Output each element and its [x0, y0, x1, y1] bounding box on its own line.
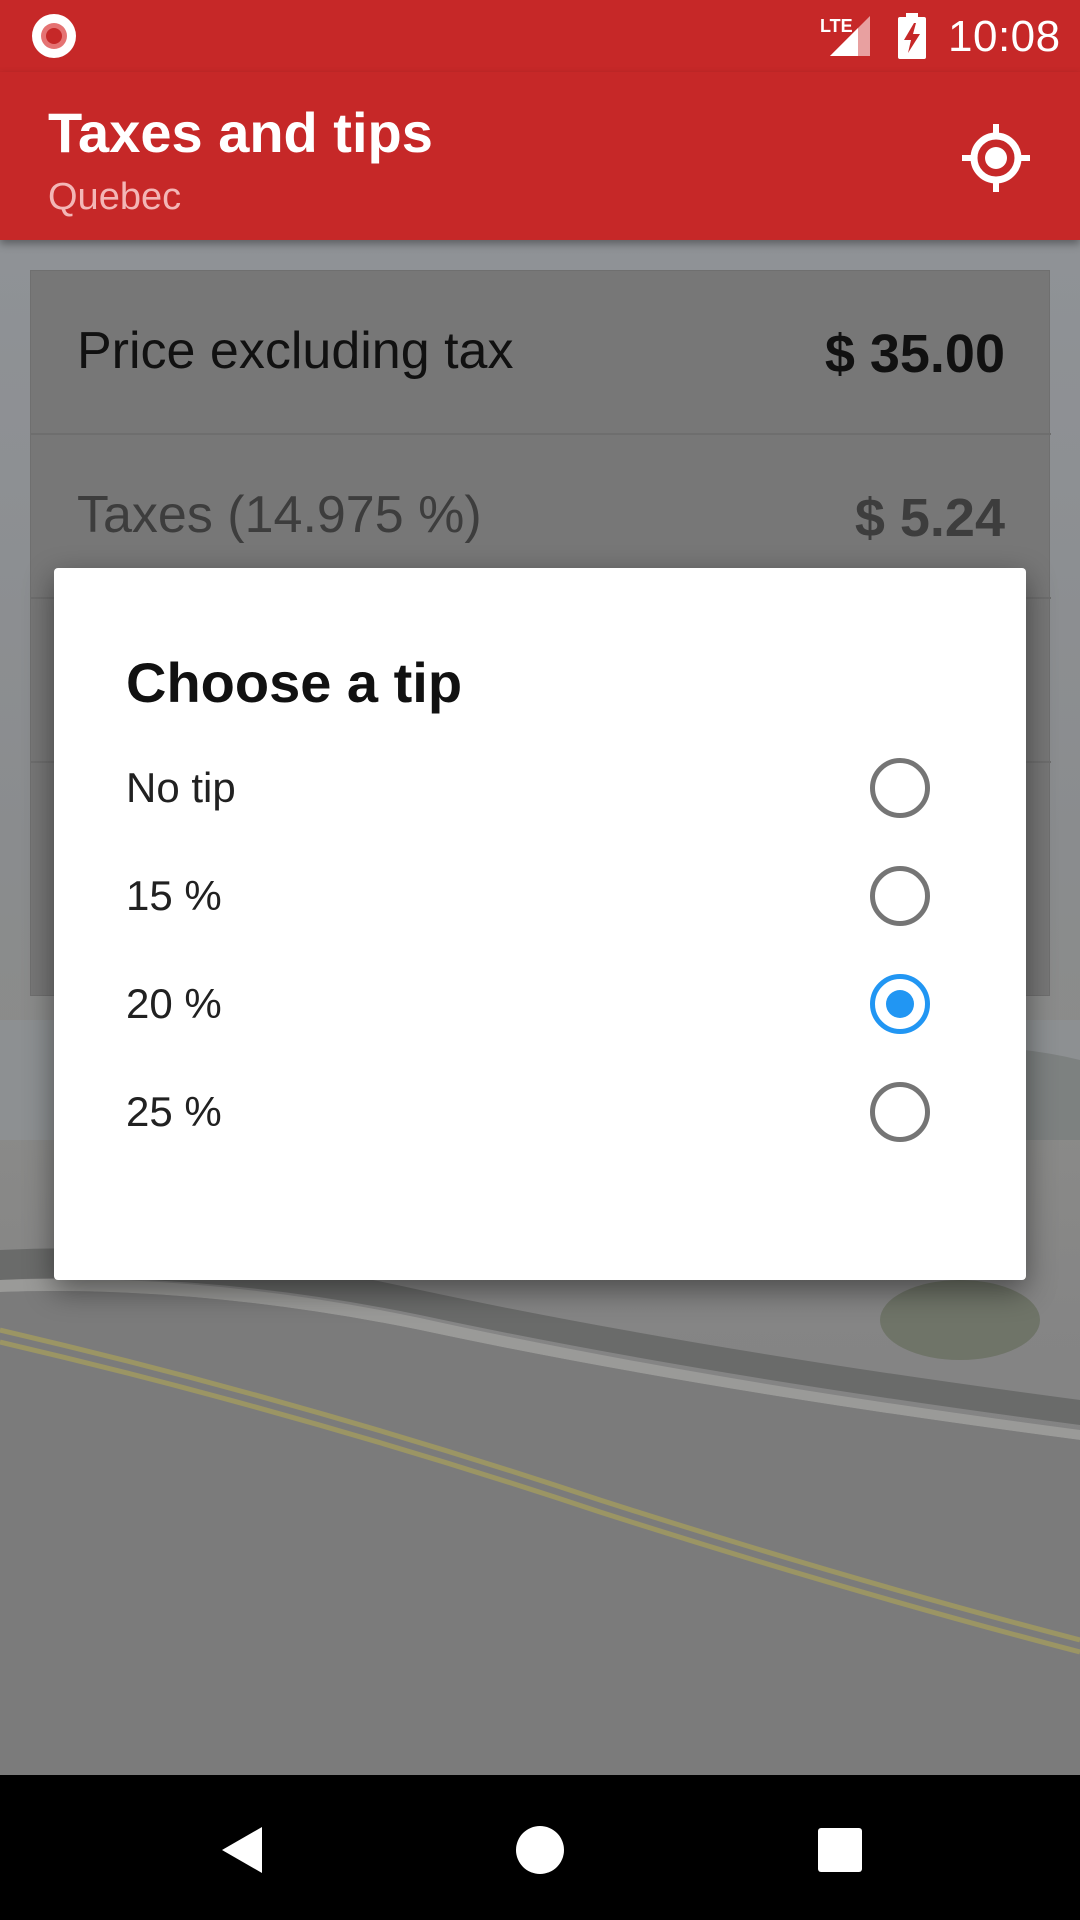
recents-icon[interactable]: [805, 1815, 875, 1885]
tip-option-20[interactable]: 20 %: [54, 950, 1026, 1058]
radio-unchecked-icon[interactable]: [870, 758, 930, 818]
choose-tip-dialog: Choose a tip No tip 15 % 20 % 25 %: [54, 568, 1026, 1280]
app-bar: Taxes and tips Quebec: [0, 72, 1080, 240]
app-title: Taxes and tips: [48, 101, 433, 164]
tip-option-label: 20 %: [126, 980, 222, 1027]
home-icon[interactable]: [505, 1815, 575, 1885]
radio-checked-icon[interactable]: [870, 974, 930, 1034]
tip-option-label: 25 %: [126, 1088, 222, 1135]
radio-unchecked-icon[interactable]: [870, 1082, 930, 1142]
back-icon[interactable]: [210, 1815, 280, 1885]
app-subtitle: Quebec: [48, 176, 182, 218]
navigation-bar: [0, 1775, 1080, 1920]
radio-unchecked-icon[interactable]: [870, 866, 930, 926]
tip-option-no-tip[interactable]: No tip: [54, 734, 1026, 842]
tip-option-25[interactable]: 25 %: [54, 1058, 1026, 1166]
dialog-title: Choose a tip: [126, 651, 463, 714]
my-location-icon[interactable]: [958, 120, 1034, 196]
tip-option-15[interactable]: 15 %: [54, 842, 1026, 950]
tip-option-label: 15 %: [126, 872, 222, 919]
tip-option-label: No tip: [126, 764, 236, 811]
